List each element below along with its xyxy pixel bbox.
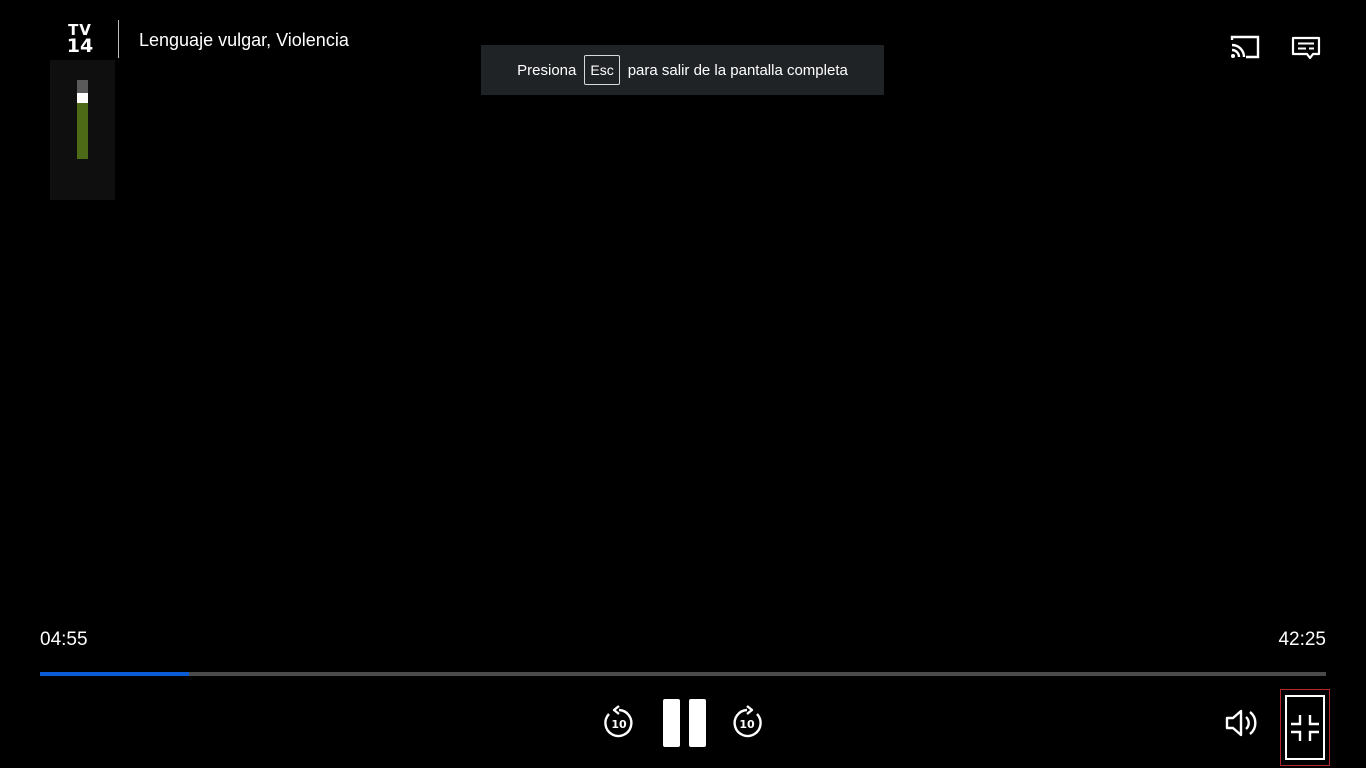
pause-icon-right xyxy=(688,699,706,747)
rating-age-text: 14 xyxy=(66,34,94,57)
progress-fill xyxy=(40,672,190,676)
rewind-label: 10 xyxy=(611,718,627,731)
level-track xyxy=(77,80,88,159)
current-time: 04:55 xyxy=(40,629,88,650)
rating-descriptors: Lenguaje vulgar, Violencia xyxy=(139,30,349,50)
cast-button[interactable] xyxy=(1226,32,1264,62)
total-time: 42:25 xyxy=(1278,629,1326,650)
buffer-level-widget xyxy=(50,60,115,200)
volume-icon xyxy=(1225,709,1257,737)
exit-fullscreen-icon xyxy=(1291,714,1319,741)
exit-fullscreen-focus xyxy=(1285,695,1325,760)
forward-label: 10 xyxy=(739,718,755,731)
level-knob xyxy=(77,93,88,103)
tv-rating-logo: TV 14 xyxy=(58,22,102,56)
forward-10-button[interactable]: 10 xyxy=(726,702,768,744)
toast-prefix: Presiona xyxy=(517,61,577,79)
progress-bar[interactable] xyxy=(40,672,1326,676)
rewind-10-button[interactable]: 10 xyxy=(598,702,640,744)
volume-button[interactable] xyxy=(1222,704,1262,742)
video-player[interactable]: TV 14 Lenguaje vulgar, Violencia Presion… xyxy=(0,0,1366,768)
toast-suffix: para salir de la pantalla completa xyxy=(627,61,848,79)
cast-icon xyxy=(1230,35,1260,59)
captions-icon xyxy=(1291,36,1321,60)
exit-fullscreen-button[interactable] xyxy=(1280,689,1330,766)
captions-button[interactable] xyxy=(1288,34,1324,62)
level-top xyxy=(77,80,88,93)
fullscreen-exit-toast: Presiona Esc para salir de la pantalla c… xyxy=(481,45,884,95)
toast-esc-key: Esc xyxy=(584,55,620,85)
forward-10-icon: 10 xyxy=(733,705,762,738)
pause-icon-left xyxy=(662,699,680,747)
rating-divider xyxy=(118,20,119,58)
pause-button[interactable] xyxy=(660,698,708,748)
rewind-10-icon: 10 xyxy=(604,705,633,738)
